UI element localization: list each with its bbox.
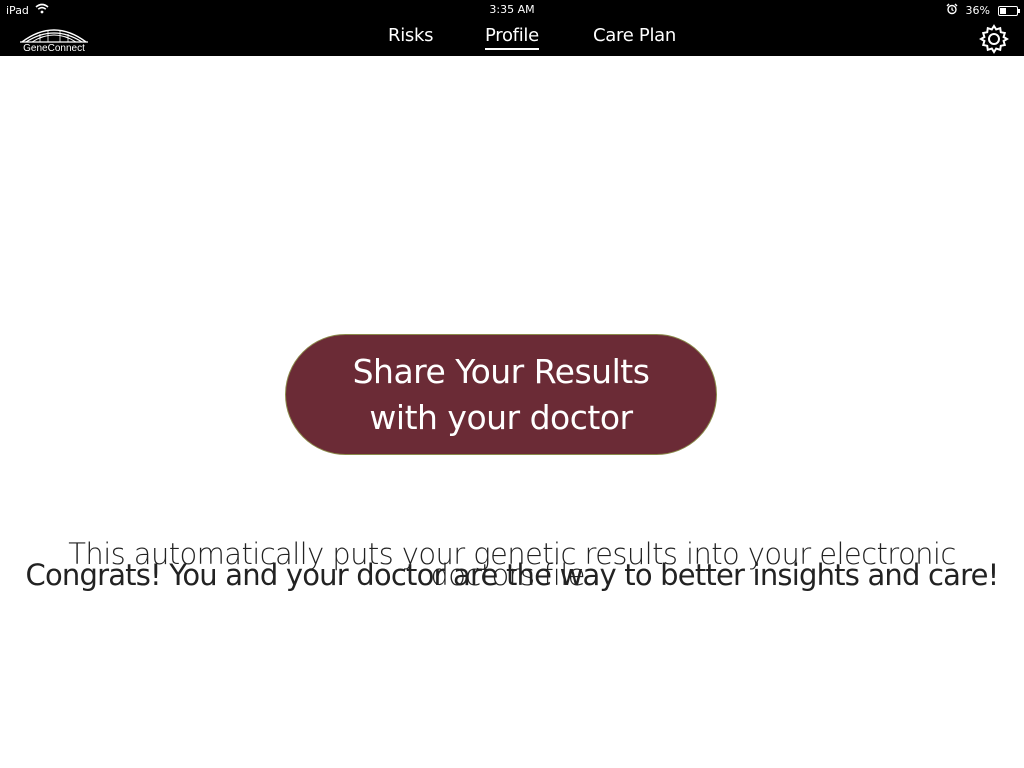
share-button-line1: Share Your Results [352, 351, 650, 391]
tab-care-plan[interactable]: Care Plan [593, 25, 676, 46]
nav-bar: GeneConnect Risks Profile Care Plan [0, 20, 1024, 56]
gear-icon[interactable] [978, 23, 1010, 55]
battery-percent: 36% [965, 4, 990, 17]
status-right: 36% [946, 3, 1020, 18]
battery-icon [998, 5, 1020, 16]
status-time: 3:35 AM [489, 3, 535, 16]
share-button-line2: with your doctor [369, 397, 633, 437]
alarm-icon [946, 3, 958, 18]
battery-fill [1000, 7, 1006, 14]
congrats-text: Congrats! You and your doctor are the wa… [25, 558, 1000, 592]
tab-profile[interactable]: Profile [485, 25, 539, 50]
tab-bar: Risks Profile Care Plan [0, 20, 1024, 56]
tab-risks[interactable]: Risks [388, 25, 434, 46]
status-bar: iPad 3:35 AM 36% [0, 0, 1024, 20]
share-results-button[interactable]: Share Your Results with your doctor [285, 334, 717, 455]
